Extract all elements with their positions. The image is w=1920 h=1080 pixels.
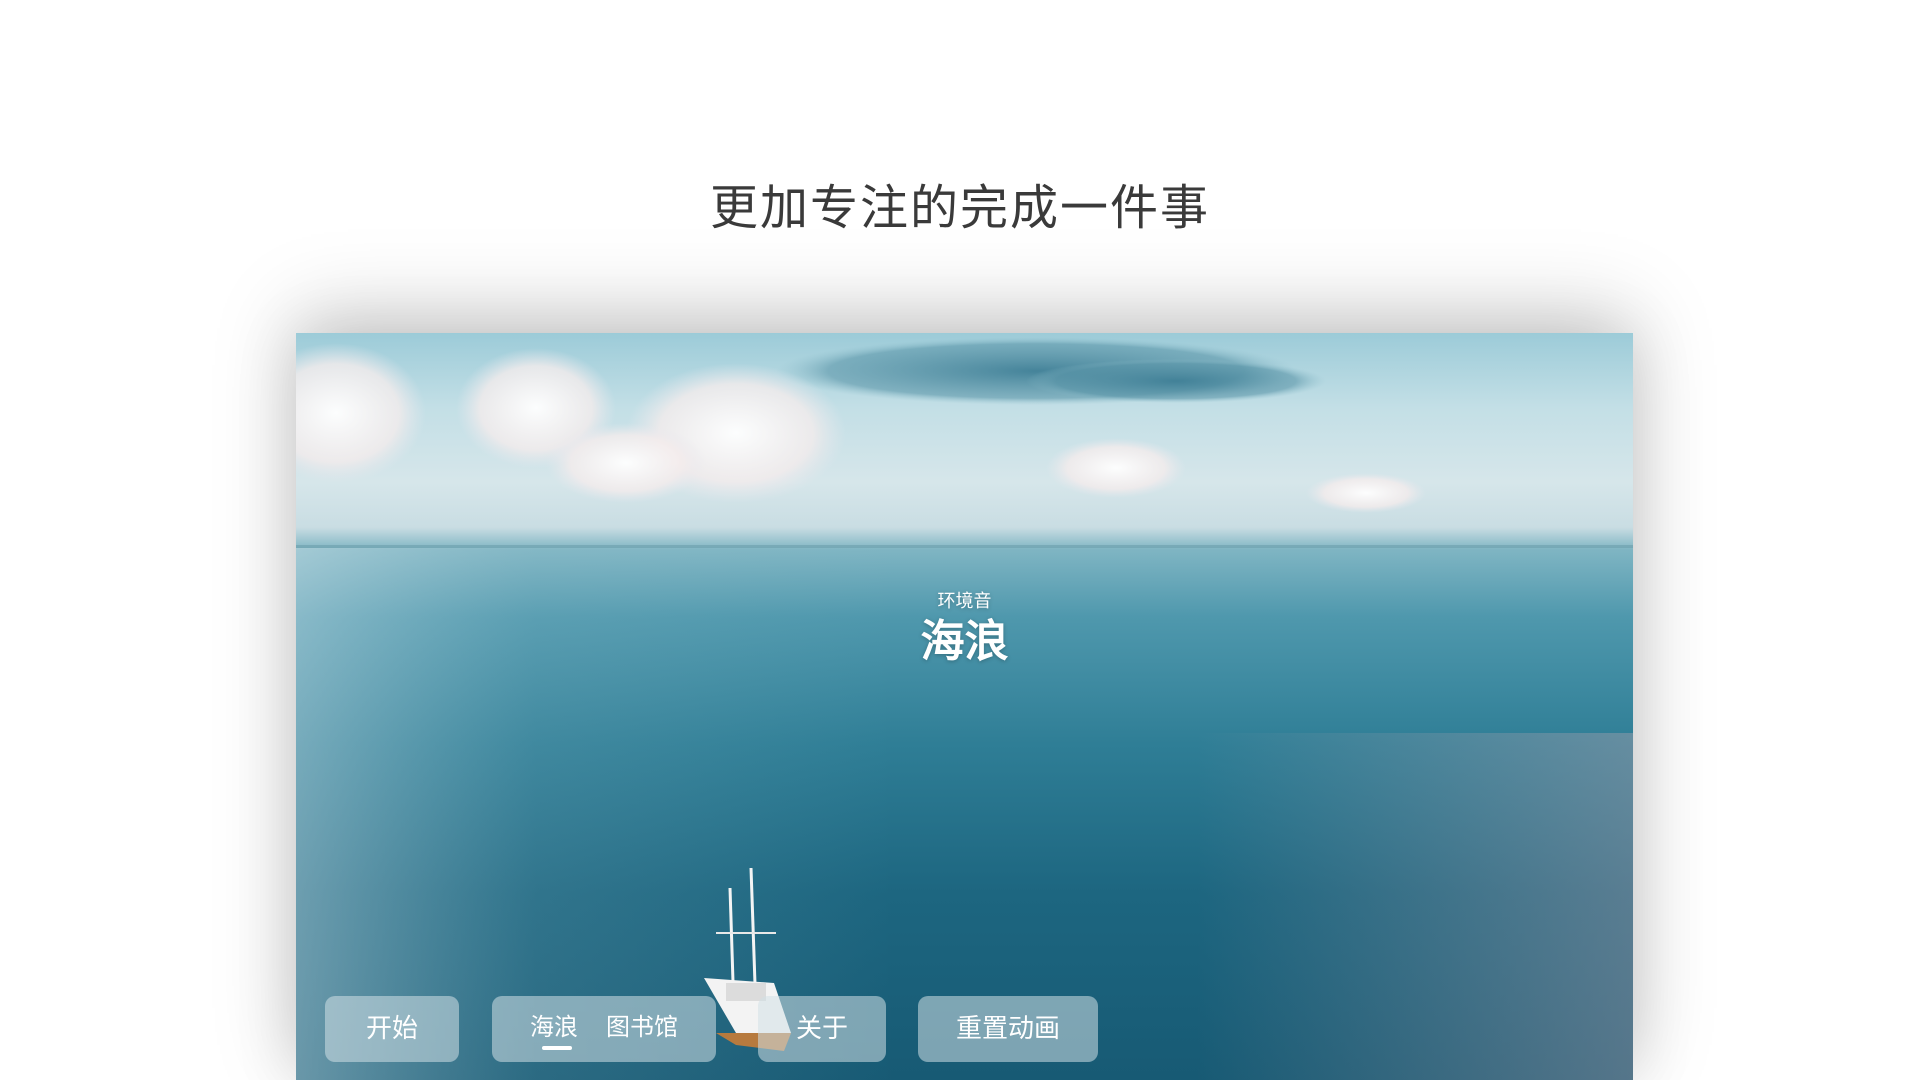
start-button[interactable]: 开始	[325, 996, 459, 1062]
headline: 更加专注的完成一件事	[709, 180, 1210, 236]
current-sound-title: 海浪	[920, 616, 1009, 667]
ambient-sound-label: 环境音	[937, 591, 992, 612]
reset-animation-button[interactable]: 重置动画	[918, 996, 1098, 1062]
active-tab-indicator	[542, 1046, 572, 1050]
app-preview-frame: 环境音 海浪 开始 海浪 图书馆 关于 重置动画	[296, 333, 1633, 1080]
ocean-scene-image	[296, 337, 1633, 1080]
tab-ocean-waves[interactable]: 海浪	[530, 996, 578, 1062]
tab-library[interactable]: 图书馆	[606, 996, 678, 1062]
about-button[interactable]: 关于	[758, 996, 886, 1062]
sound-switcher: 海浪 图书馆	[492, 996, 716, 1062]
